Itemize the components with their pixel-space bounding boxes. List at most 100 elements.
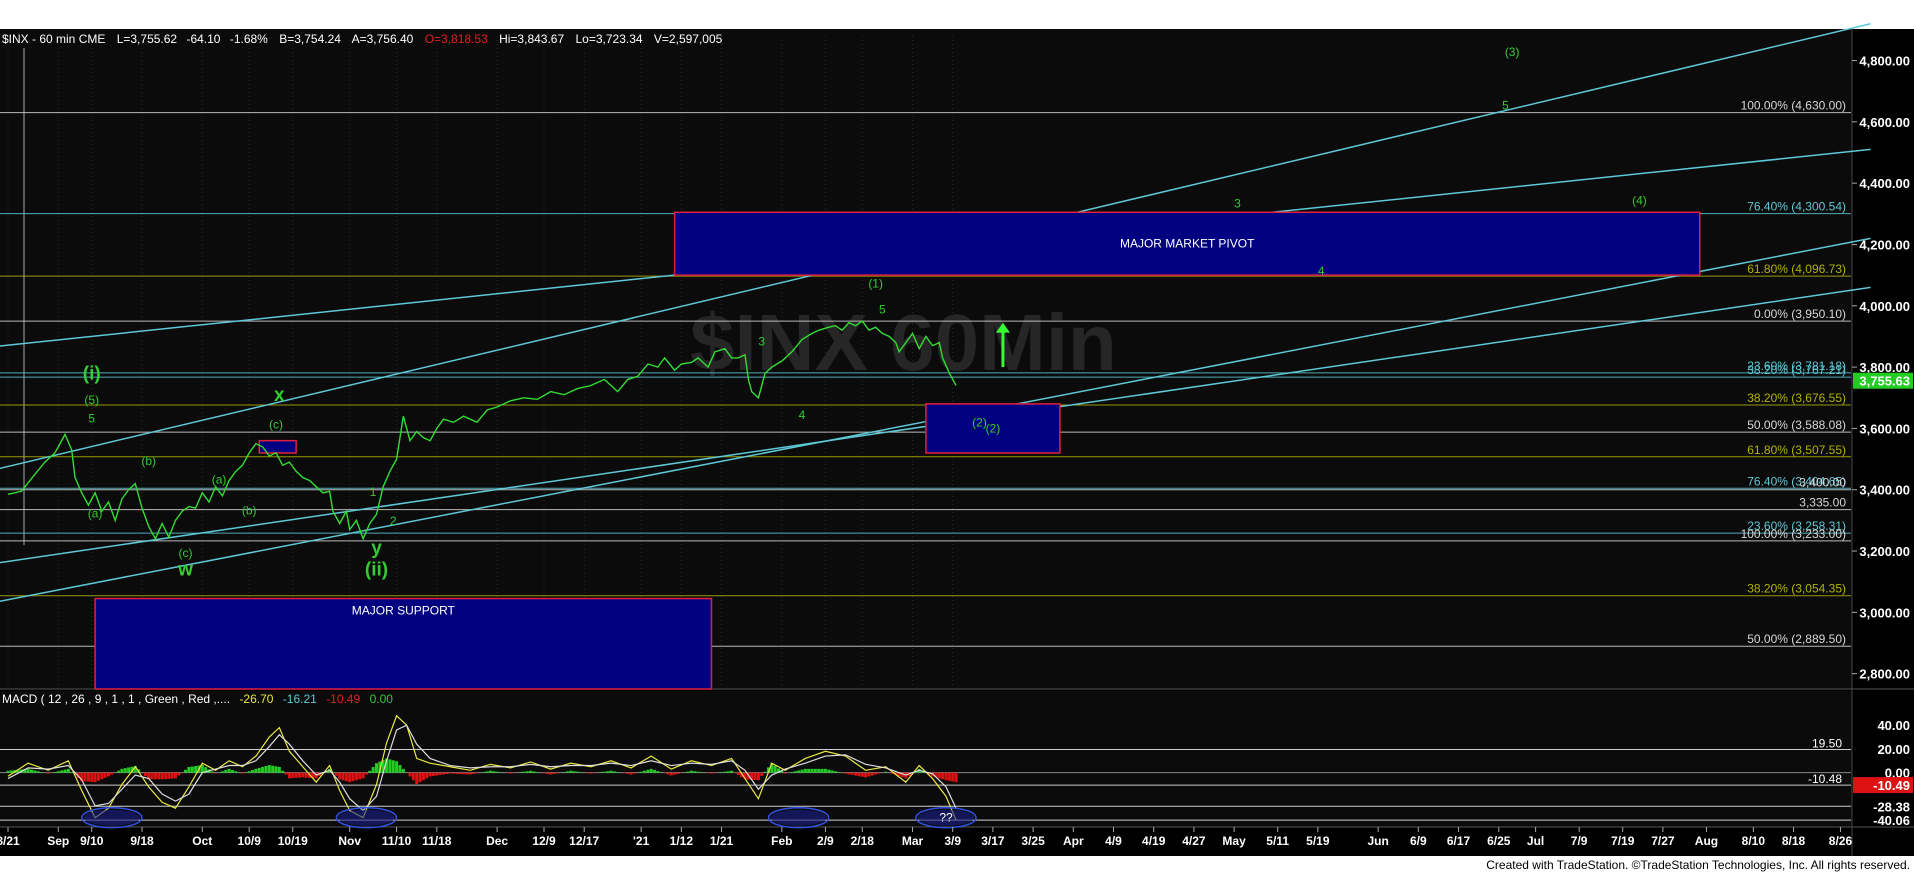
fib-level-label: 61.80% (3,507.55)	[1747, 443, 1846, 457]
wave-label: w	[177, 560, 193, 581]
macd-tick-label: -28.38	[1873, 799, 1910, 814]
macd-value-3: -10.49	[326, 692, 360, 706]
wave-label: (c)	[179, 546, 193, 560]
macd-ellipse-fill	[338, 809, 395, 826]
wave-label: (2)	[972, 415, 987, 429]
y-tick-label: 3,400.00	[1859, 483, 1910, 498]
wave-label: 4	[1318, 264, 1325, 278]
wave-label: (5)	[84, 393, 99, 407]
x-tick-label: Sep	[47, 834, 69, 848]
wave-label: (ii)	[365, 560, 388, 581]
macd-value-4: 0.00	[370, 692, 394, 706]
chart-container: $INX 60Min 100.00% (4,630.00) 76.40% (4,3…	[0, 0, 1914, 873]
wave-label: (c)	[269, 417, 283, 431]
x-tick-label: 10/19	[278, 834, 308, 848]
macd-value-2: -16.21	[283, 692, 317, 706]
open-readout: O=3,818.53	[425, 32, 488, 46]
macd-header: MACD ( 12 , 26 , 9 , 1 , 1 , Green , Red…	[2, 692, 393, 706]
y-tick-label: 3,000.00	[1859, 605, 1910, 620]
x-tick-label: 9/18	[130, 834, 154, 848]
wave-label: (1)	[868, 276, 883, 290]
x-tick-label: 4/19	[1142, 834, 1166, 848]
x-tick-label: 9/10	[80, 834, 104, 848]
x-tick-label: Aug	[1695, 834, 1718, 848]
x-tick-label: Mar	[902, 834, 924, 848]
wave-label: 5	[879, 302, 886, 316]
zone-box	[258, 439, 297, 454]
x-tick-label: 8/10	[1742, 834, 1766, 848]
fib-level-label: 50.00% (2,889.50)	[1747, 632, 1846, 646]
x-tick-label: 11/10	[382, 834, 412, 848]
fib-level-label: 38.20% (3,767.21)	[1747, 363, 1846, 377]
y-tick-label: 4,200.00	[1859, 237, 1910, 252]
wave-label: (b)	[141, 454, 156, 468]
y-tick-label: 2,800.00	[1859, 667, 1910, 682]
wave-label: (a)	[88, 506, 103, 520]
wave-label: 1	[370, 485, 377, 499]
x-tick-label: Jun	[1367, 834, 1388, 848]
last-price-label: 3,755.63	[1859, 374, 1910, 389]
macd-ellipse-fill	[770, 809, 827, 826]
y-tick-label: 4,000.00	[1859, 299, 1910, 314]
x-tick-label: 3/9	[944, 834, 961, 848]
wave-label: y	[371, 538, 382, 559]
volume-readout: V=2,597,005	[654, 32, 723, 46]
x-tick-label: 6/9	[1410, 834, 1427, 848]
svg-text:MACD ( 12 , 26 , 9 , 1 , 1 , G: MACD ( 12 , 26 , 9 , 1 , 1 , Green , Red…	[2, 692, 393, 706]
y-tick-label: 3,600.00	[1859, 421, 1910, 436]
fib-level-label: 0.00% (3,950.10)	[1754, 307, 1846, 321]
y-tick-label: 3,200.00	[1859, 544, 1910, 559]
x-tick-label: 7/27	[1651, 834, 1675, 848]
macd-tick-label: 20.00	[1877, 742, 1910, 757]
x-tick-label: 7/19	[1611, 834, 1635, 848]
wave-label: x	[274, 385, 285, 406]
x-tick-label: May	[1222, 834, 1246, 848]
x-tick-label: 2/18	[851, 834, 875, 848]
watermark: $INX 60Min	[690, 298, 1117, 387]
macd-ellipse-label: ??	[939, 811, 953, 825]
y-tick-label: 4,600.00	[1859, 115, 1910, 130]
x-tick-label: Apr	[1063, 834, 1084, 848]
x-tick-label: '21	[633, 834, 650, 848]
macd-ellipse-fill	[83, 809, 140, 826]
x-tick-label: Dec	[486, 834, 508, 848]
top-margin	[0, 0, 1914, 29]
change-readout: -64.10	[186, 32, 220, 46]
x-tick-label: 8/21	[0, 834, 20, 848]
x-tick-label: Oct	[192, 834, 212, 848]
wave-label: 5	[1502, 99, 1509, 113]
macd-level-label: -10.48	[1808, 772, 1842, 786]
high-readout: Hi=3,843.67	[499, 32, 564, 46]
macd-label: MACD ( 12 , 26 , 9 , 1 , 1 , Green , Red…	[2, 692, 230, 706]
x-tick-label: 1/21	[710, 834, 734, 848]
fib-level-label: 38.20% (3,676.55)	[1747, 391, 1846, 405]
wave-label: (b)	[242, 503, 257, 517]
chart-svg: $INX 60Min 100.00% (4,630.00) 76.40% (4,3…	[0, 0, 1914, 873]
x-tick-label: 8/18	[1782, 834, 1806, 848]
fib-level-label: 100.00% (3,233.00)	[1741, 527, 1846, 541]
fib-level-label: 76.40% (4,300.54)	[1747, 200, 1846, 214]
zone-box-label: MAJOR MARKET PIVOT	[1120, 237, 1255, 251]
x-tick-label: 8/26	[1829, 834, 1853, 848]
y-tick-label: 4,400.00	[1859, 176, 1910, 191]
wave-label: 2	[390, 514, 397, 528]
x-tick-label: 2/9	[817, 834, 834, 848]
y-tick-label: 4,800.00	[1859, 54, 1910, 69]
fib-level-label: 61.80% (4,096.73)	[1747, 262, 1846, 276]
x-tick-label: 4/9	[1105, 834, 1122, 848]
wave-label: (4)	[1632, 194, 1647, 208]
x-tick-label: 12/17	[569, 834, 599, 848]
x-tick-label: 6/25	[1487, 834, 1511, 848]
zone-box-label: (2)	[986, 421, 1001, 435]
last-price-readout: L=3,755.62	[117, 32, 178, 46]
wave-label: 5	[88, 411, 95, 425]
x-tick-label: 11/18	[422, 834, 452, 848]
x-tick-label: 10/9	[238, 834, 262, 848]
wave-label: 4	[799, 408, 806, 422]
symbol-line: $INX - 60 min CME	[2, 32, 105, 46]
macd-last-label: -10.49	[1873, 778, 1910, 793]
macd-value-1: -26.70	[239, 692, 273, 706]
fib-level-label: 3,400.00	[1799, 476, 1846, 490]
wave-label: (3)	[1505, 45, 1520, 59]
low-readout: Lo=3,723.34	[576, 32, 643, 46]
